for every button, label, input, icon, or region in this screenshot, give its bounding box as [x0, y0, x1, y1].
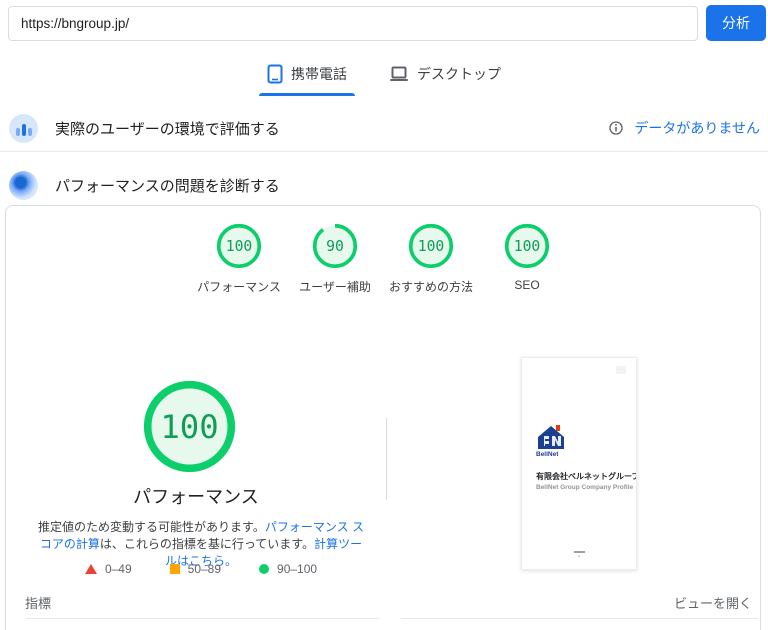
desktop-icon — [390, 66, 408, 81]
legend-range: 50–89 — [187, 562, 222, 576]
tab-desktop[interactable]: デスクトップ — [379, 58, 511, 96]
score-gauge-accessibility[interactable]: 90 ユーザー補助 — [287, 223, 383, 295]
device-tabs: 携帯電話 デスクトップ — [0, 58, 768, 96]
pagespeed-insights-page: 分析 携帯電話 デスクトップ 実際のユーザーの環境で評価する — [0, 0, 768, 630]
metrics-section-label: 指標 — [25, 596, 52, 611]
section-divider — [0, 151, 768, 152]
site-title: 有限会社ベルネットグループ — [536, 472, 637, 481]
red-triangle-icon — [84, 564, 97, 574]
orange-square-icon — [169, 564, 180, 574]
field-data-section-header: 実際のユーザーの環境で評価する データがありません — [0, 108, 768, 148]
site-logo: BellNet — [536, 424, 566, 458]
score-label: ユーザー補助 — [299, 280, 371, 294]
score-gauge-seo[interactable]: 100 SEO — [479, 223, 575, 295]
score-gauge-best-practices[interactable]: 100 おすすめの方法 — [383, 223, 479, 295]
url-input[interactable] — [8, 6, 698, 41]
category-scores-row: 100 パフォーマンス 90 ユーザー補助 100 おすすめの方法 100 SE… — [6, 223, 760, 295]
tab-desktop-label: デスクトップ — [417, 66, 501, 82]
score-value: 100 — [226, 238, 253, 255]
score-label: SEO — [514, 278, 540, 292]
lighthouse-icon — [9, 170, 38, 200]
lab-data-title: パフォーマンスの問題を診断する — [55, 177, 280, 195]
field-data-status[interactable]: データがありません — [608, 118, 760, 138]
score-label: パフォーマンス — [197, 280, 281, 294]
disclaimer-text-1: 推定値のため変動する可能性があります。 — [38, 520, 265, 534]
metrics-divider-left — [26, 618, 379, 619]
legend-range: 90–100 — [277, 562, 318, 576]
open-view-button[interactable]: ビューを開く — [674, 593, 752, 612]
no-data-label[interactable]: データがありません — [634, 118, 760, 138]
report-card: 100 パフォーマンス 90 ユーザー補助 100 おすすめの方法 100 SE… — [5, 205, 761, 630]
site-subtitle: BellNet Group Company Profile — [536, 484, 634, 491]
legend-item-fail: 0–49 — [84, 562, 132, 576]
green-circle-icon — [259, 564, 270, 574]
thumb-menu-placeholder — [616, 366, 626, 374]
score-legend: 0–49 50–89 90–100 — [36, 562, 366, 576]
performance-big-gauge: 100 — [142, 379, 237, 474]
score-value: 100 — [514, 238, 541, 255]
score-value: 90 — [326, 238, 344, 255]
lab-data-section-header: パフォーマンスの問題を診断する — [0, 168, 768, 202]
field-data-title: 実際のユーザーの環境で評価する — [55, 120, 280, 138]
legend-item-pass: 90–100 — [259, 562, 317, 576]
tab-mobile-label: 携帯電話 — [291, 66, 347, 82]
score-gauge-performance[interactable]: 100 パフォーマンス — [191, 223, 287, 295]
analyze-button[interactable]: 分析 — [706, 5, 766, 41]
disclaimer-text-2: は、これらの指標を基に行っています。 — [99, 537, 315, 551]
site-logo-text: BellNet — [536, 451, 559, 458]
legend-item-average: 50–89 — [169, 562, 222, 576]
page-screenshot-thumbnail[interactable]: BellNet 有限会社ベルネットグループ BellNet Group Comp… — [521, 357, 637, 570]
score-label: おすすめの方法 — [388, 280, 473, 294]
big-gauge-label: パフォーマンス — [133, 487, 259, 507]
big-score-value: 100 — [160, 408, 218, 446]
legend-range: 0–49 — [104, 562, 132, 576]
mobile-icon — [267, 64, 283, 84]
bellnet-house-logo-icon — [538, 425, 564, 449]
score-value: 100 — [418, 238, 445, 255]
tab-mobile[interactable]: 携帯電話 — [257, 58, 357, 96]
info-icon — [609, 121, 624, 135]
vertical-divider — [386, 418, 387, 500]
active-tab-underline — [259, 93, 355, 96]
scroll-indicator: ⌄ — [522, 551, 636, 559]
metrics-divider-right — [401, 618, 758, 619]
field-data-icon — [9, 113, 38, 143]
